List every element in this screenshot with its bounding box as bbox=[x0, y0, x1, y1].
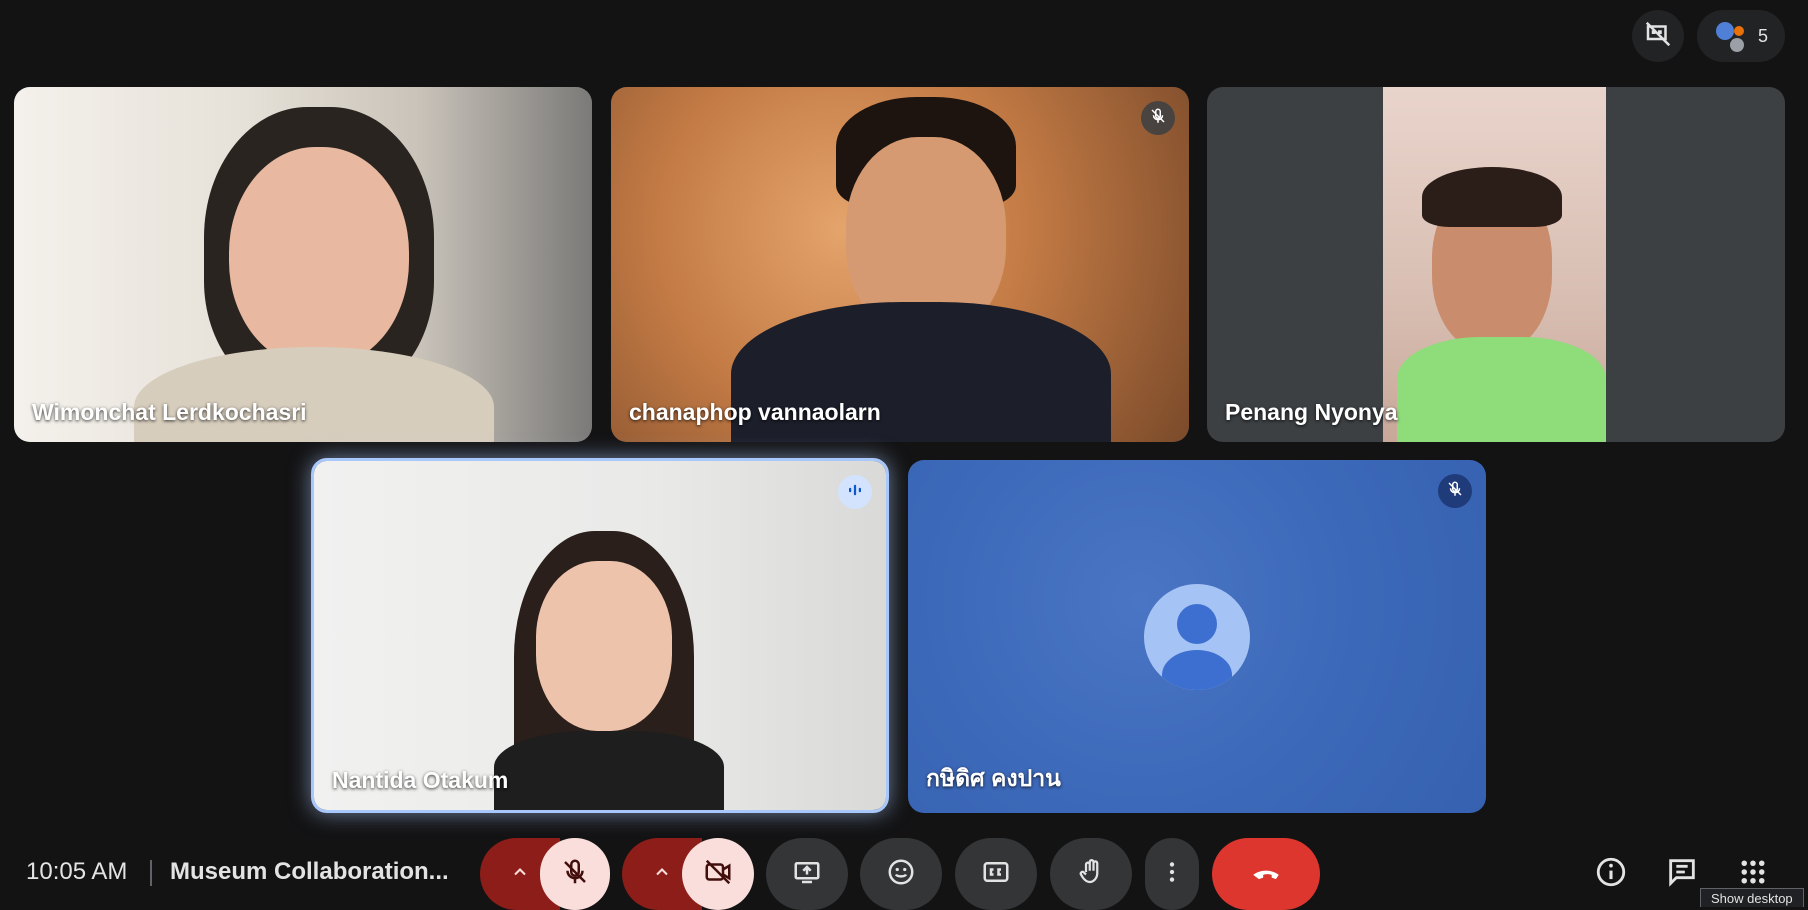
end-call-icon bbox=[1249, 855, 1283, 894]
camera-toggle-button[interactable] bbox=[682, 838, 754, 910]
more-vert-icon bbox=[1159, 859, 1185, 890]
chat-icon bbox=[1665, 855, 1699, 894]
participants-count: 5 bbox=[1757, 25, 1768, 46]
person-face bbox=[536, 561, 672, 731]
participant-tile[interactable]: Wimonchat Lerdkochasri bbox=[14, 87, 592, 442]
more-options-button[interactable] bbox=[1145, 838, 1199, 910]
participant-name: กษิดิศ คงปาน bbox=[926, 765, 1061, 791]
avatar-head bbox=[1177, 604, 1217, 644]
camera-off-icon bbox=[703, 857, 733, 892]
chevron-up-icon bbox=[510, 862, 530, 887]
present-screen-button[interactable] bbox=[766, 838, 848, 910]
participant-tile[interactable]: Penang Nyonya bbox=[1207, 87, 1785, 442]
divider bbox=[150, 860, 152, 886]
participant-tile[interactable]: chanaphop vannaolarn bbox=[611, 87, 1189, 442]
closed-captions-icon bbox=[981, 857, 1011, 892]
show-desktop-tooltip: Show desktop bbox=[1700, 888, 1804, 907]
mic-muted-badge bbox=[1438, 474, 1472, 508]
participant-name: Wimonchat Lerdkochasri bbox=[32, 399, 307, 425]
raise-hand-button[interactable] bbox=[1050, 838, 1132, 910]
mic-off-icon bbox=[1149, 107, 1167, 130]
emoji-icon bbox=[886, 857, 916, 892]
mic-muted-badge bbox=[1141, 101, 1175, 135]
participant-name: chanaphop vannaolarn bbox=[629, 399, 881, 425]
person-face bbox=[229, 147, 409, 367]
participant-name: Nantida Otakum bbox=[332, 767, 509, 793]
mic-toggle-button[interactable] bbox=[540, 838, 610, 910]
chat-button[interactable] bbox=[1660, 852, 1704, 896]
chevron-up-icon bbox=[652, 862, 672, 887]
audio-wave-icon bbox=[846, 481, 864, 504]
mic-off-icon bbox=[560, 857, 590, 892]
present-screen-icon bbox=[792, 857, 822, 892]
speaking-indicator bbox=[838, 475, 872, 509]
participant-tile-speaking[interactable]: Nantida Otakum bbox=[311, 458, 889, 813]
reactions-button[interactable] bbox=[860, 838, 942, 910]
meeting-time: 10:05 AM bbox=[26, 858, 128, 885]
participants-avatars-icon bbox=[1714, 18, 1750, 54]
hand-icon bbox=[1076, 857, 1106, 892]
participant-tile[interactable]: กษิดิศ คงปาน bbox=[908, 460, 1486, 813]
person-shirt bbox=[1397, 337, 1606, 442]
info-icon bbox=[1594, 855, 1628, 894]
avatar-body bbox=[1162, 650, 1232, 690]
participant-name: Penang Nyonya bbox=[1225, 399, 1398, 425]
people-button[interactable]: 5 bbox=[1697, 10, 1785, 62]
mic-off-icon bbox=[1446, 480, 1464, 503]
meeting-details-button[interactable] bbox=[1589, 852, 1633, 896]
hide-tiles-icon bbox=[1643, 19, 1673, 54]
hidden-tiles-button[interactable] bbox=[1632, 10, 1684, 62]
captions-button[interactable] bbox=[955, 838, 1037, 910]
person-shirt bbox=[494, 731, 724, 810]
apps-grid-icon bbox=[1738, 857, 1768, 892]
meeting-title[interactable]: Museum Collaboration... bbox=[170, 858, 449, 886]
person-hair bbox=[1422, 167, 1562, 227]
avatar bbox=[1144, 584, 1250, 690]
leave-call-button[interactable] bbox=[1212, 838, 1320, 910]
